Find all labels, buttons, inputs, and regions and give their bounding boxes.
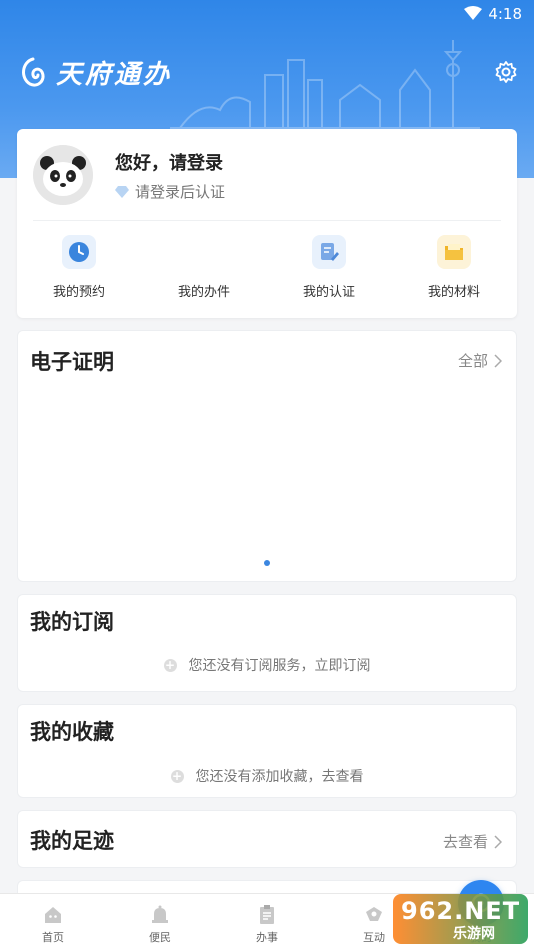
watermark-bottom-text: 乐游网 bbox=[453, 926, 495, 942]
divider bbox=[33, 220, 501, 221]
quick-action-label: 我的材料 bbox=[427, 285, 480, 300]
tab-label: 首页 bbox=[42, 931, 64, 944]
quick-action-label: 我的预约 bbox=[52, 285, 105, 300]
logo-swirl-icon bbox=[22, 57, 45, 86]
tab-label: 便民 bbox=[149, 931, 171, 944]
footprints-title: 我的足迹 bbox=[30, 829, 114, 853]
folder-icon bbox=[437, 235, 471, 269]
app-logo: 天府通办 bbox=[16, 54, 172, 91]
plus-icon: + bbox=[170, 768, 184, 783]
diamond-icon bbox=[115, 185, 129, 198]
subscribe-empty[interactable]: + 您还没有订阅服务，立即订阅 bbox=[18, 655, 516, 675]
settings-gear-icon[interactable] bbox=[494, 60, 518, 84]
wifi-icon bbox=[464, 6, 482, 20]
favorites-empty[interactable]: + 您还没有添加收藏，去查看 bbox=[18, 766, 516, 786]
clock-icon bbox=[62, 235, 96, 269]
tab-home[interactable]: 首页 bbox=[23, 904, 83, 945]
tab-services[interactable]: 办事 bbox=[237, 904, 297, 945]
quick-action-label: 我的办件 bbox=[177, 285, 230, 300]
login-greeting[interactable]: 您好，请登录 bbox=[115, 149, 223, 175]
favorites-empty-text: 您还没有添加收藏，去查看 bbox=[195, 769, 364, 785]
subscribe-title: 我的订阅 bbox=[30, 610, 114, 634]
ecert-all-link[interactable]: 全部 bbox=[458, 350, 502, 371]
cert-prompt[interactable]: 请登录后认证 bbox=[115, 181, 225, 202]
user-card: 您好，请登录 请登录后认证 我的预约 我的办件 我的认证 我的材料 bbox=[17, 129, 517, 318]
carousel-indicator[interactable] bbox=[264, 560, 270, 566]
quick-action-label: 我的认证 bbox=[302, 285, 355, 300]
favorites-title: 我的收藏 bbox=[30, 720, 114, 744]
clipboard-icon bbox=[260, 905, 274, 924]
site-watermark: 962.NET 乐游网 bbox=[393, 894, 528, 944]
app-name: 天府通办 bbox=[56, 60, 173, 90]
chevron-right-icon bbox=[494, 353, 502, 368]
certificate-edit-icon bbox=[312, 235, 346, 269]
footprints-view-link[interactable]: 去查看 bbox=[443, 831, 502, 852]
ecert-title: 电子证明 bbox=[30, 350, 114, 374]
home-icon bbox=[45, 907, 61, 923]
subscribe-empty-text: 您还没有订阅服务，立即订阅 bbox=[188, 658, 371, 674]
quick-action-cases[interactable]: 我的办件 bbox=[159, 235, 249, 300]
cert-prompt-text: 请登录后认证 bbox=[135, 183, 226, 201]
tab-convenience[interactable]: 便民 bbox=[130, 904, 190, 945]
chevron-right-icon bbox=[494, 834, 502, 849]
status-time: 4:18 bbox=[488, 5, 522, 23]
footprints-section: 我的足迹 去查看 bbox=[17, 810, 517, 868]
quick-action-appointments[interactable]: 我的预约 bbox=[34, 235, 124, 300]
city-skyline-illustration bbox=[170, 40, 480, 129]
plus-icon: + bbox=[163, 657, 177, 672]
cases-icon-placeholder bbox=[187, 235, 221, 269]
quick-action-certification[interactable]: 我的认证 bbox=[284, 235, 374, 300]
tab-label: 办事 bbox=[256, 931, 278, 944]
watermark-top-text: 962.NET bbox=[401, 897, 521, 925]
chat-icon bbox=[366, 907, 382, 921]
panda-avatar-icon bbox=[33, 145, 93, 205]
bell-icon bbox=[152, 905, 168, 923]
quick-action-materials[interactable]: 我的材料 bbox=[409, 235, 499, 300]
ecert-all-label: 全部 bbox=[457, 352, 488, 370]
favorites-section: 我的收藏 + 您还没有添加收藏，去查看 bbox=[17, 704, 517, 798]
avatar[interactable] bbox=[33, 145, 93, 205]
subscribe-section: 我的订阅 + 您还没有订阅服务，立即订阅 bbox=[17, 594, 517, 692]
status-bar: 4:18 bbox=[0, 0, 534, 30]
ecert-section: 电子证明 全部 bbox=[17, 330, 517, 582]
footprints-view-label: 去查看 bbox=[442, 833, 488, 851]
